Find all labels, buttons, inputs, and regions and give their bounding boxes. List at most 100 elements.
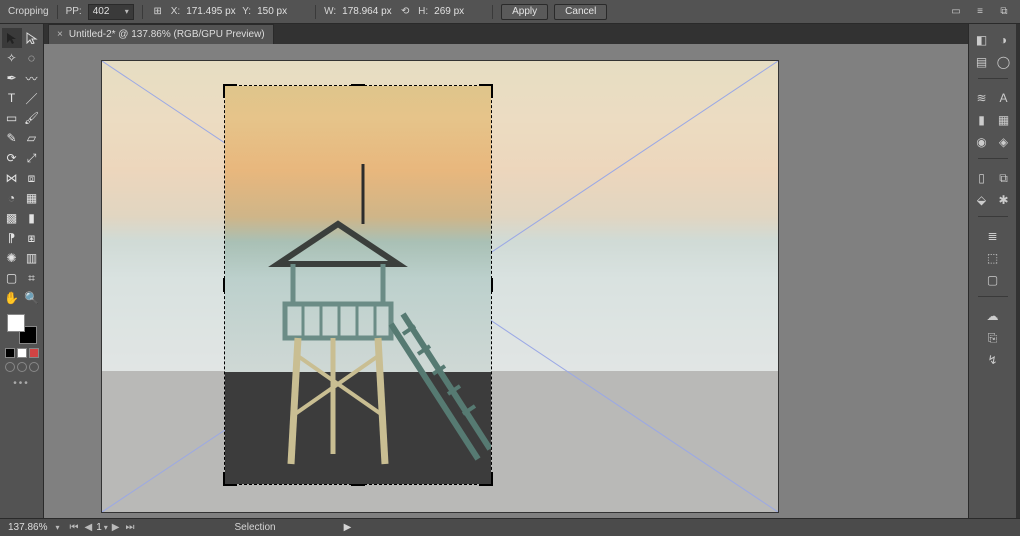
panel-appearance-icon[interactable]: ◉ — [972, 132, 992, 152]
zoom-dropdown-icon[interactable]: ▾ — [55, 523, 59, 532]
y-label: Y: — [242, 6, 251, 17]
lasso-tool[interactable]: ◌ — [22, 48, 42, 68]
artboard-tool[interactable]: ▢ — [2, 268, 22, 288]
options-bar: Cropping PP: 402 ▾ ⊞ X: 171.495 px Y: 15… — [0, 0, 1020, 24]
toolbox: ✧ ◌ ✒ 〰 T ／ ▭ 🖌 ✎ ▱ ⟳ ⤢ — [0, 24, 44, 518]
prev-artboard-button[interactable]: ◀ — [83, 522, 95, 533]
crop-handle-left[interactable] — [223, 278, 225, 292]
draw-inside[interactable] — [29, 362, 39, 372]
panel-asset-export-icon[interactable]: ⬚ — [983, 248, 1003, 268]
color-mode-none[interactable] — [29, 348, 39, 358]
crop-handle-bottom[interactable] — [351, 484, 365, 486]
direct-selection-tool[interactable] — [22, 28, 42, 48]
status-selection-label: Selection — [234, 522, 275, 533]
close-tab-icon[interactable]: × — [57, 29, 63, 40]
gradient-tool[interactable]: ▮ — [22, 208, 42, 228]
panel-character-icon[interactable]: A — [994, 88, 1014, 108]
panel-transform-icon[interactable]: ⧉ — [994, 168, 1014, 188]
ppi-dropdown[interactable]: 402 ▾ — [88, 4, 134, 20]
crop-handle-br[interactable] — [479, 472, 493, 486]
crop-handle-right[interactable] — [491, 278, 493, 292]
reference-point-icon[interactable]: ⊞ — [151, 5, 165, 19]
h-field[interactable]: 269 px — [434, 6, 484, 17]
color-mode-row — [5, 348, 39, 358]
apply-button[interactable]: Apply — [501, 4, 548, 20]
artboard[interactable] — [102, 61, 778, 512]
draw-normal[interactable] — [5, 362, 15, 372]
crop-handle-bl[interactable] — [223, 472, 237, 486]
panel-symbols-icon[interactable]: ✱ — [994, 190, 1014, 210]
document-viewport[interactable] — [44, 44, 968, 518]
panel-dock: ◧ ◑ ▤ ◯ ≋ A ▮ ▦ ◉ ◈ ▯ ⧉ ⬙ ✱ ≣ — [968, 24, 1016, 518]
panel-actions-icon[interactable]: ↯ — [983, 350, 1003, 370]
x-label: X: — [171, 6, 180, 17]
fill-swatch[interactable] — [7, 314, 25, 332]
next-artboard-button[interactable]: ▶ — [110, 522, 122, 533]
pen-tool[interactable]: ✒ — [2, 68, 22, 88]
panel-color-guide-icon[interactable]: ◑ — [994, 30, 1014, 50]
line-segment-tool[interactable]: ／ — [22, 88, 42, 108]
eyedropper-tool[interactable]: ⁋ — [2, 228, 22, 248]
crop-handle-tl[interactable] — [223, 84, 237, 98]
preferences-icon[interactable]: ≡ — [972, 4, 988, 20]
panel-stroke-icon[interactable]: ≋ — [972, 88, 992, 108]
color-mode-color[interactable] — [5, 348, 15, 358]
eraser-tool[interactable]: ▱ — [22, 128, 42, 148]
magic-wand-tool[interactable]: ✧ — [2, 48, 22, 68]
y-field[interactable]: 150 px — [257, 6, 307, 17]
panel-artboards-icon[interactable]: ▢ — [983, 270, 1003, 290]
scale-tool[interactable]: ⤢ — [22, 148, 42, 168]
free-transform-tool[interactable]: ⧈ — [22, 168, 42, 188]
first-artboard-button[interactable]: ⏮ — [68, 522, 81, 533]
fill-stroke-swatches[interactable] — [7, 314, 37, 344]
draw-behind[interactable] — [17, 362, 27, 372]
crop-handle-top[interactable] — [351, 84, 365, 86]
hand-tool[interactable]: ✋ — [2, 288, 22, 308]
panel-align-icon[interactable]: ▯ — [972, 168, 992, 188]
arrange-documents-icon[interactable]: ⧉ — [996, 4, 1012, 20]
panel-pathfinder-icon[interactable]: ⬙ — [972, 190, 992, 210]
panel-swatches-icon[interactable]: ▤ — [972, 52, 992, 72]
status-play-icon[interactable]: ▶ — [344, 522, 352, 533]
perspective-grid-tool[interactable]: ▦ — [22, 188, 42, 208]
document-tab[interactable]: × Untitled-2* @ 137.86% (RGB/GPU Preview… — [48, 24, 274, 44]
type-tool[interactable]: T — [2, 88, 22, 108]
zoom-tool[interactable]: 🔍 — [22, 288, 42, 308]
w-field[interactable]: 178.964 px — [342, 6, 392, 17]
mesh-tool[interactable]: ▩ — [2, 208, 22, 228]
shaper-tool[interactable]: ✎ — [2, 128, 22, 148]
panel-brushes-icon[interactable]: ◯ — [994, 52, 1014, 72]
color-mode-gradient[interactable] — [17, 348, 27, 358]
paintbrush-tool[interactable]: 🖌 — [22, 108, 42, 128]
edit-toolbar-button[interactable]: ••• — [13, 378, 30, 389]
selection-tool[interactable] — [2, 28, 22, 48]
lifeguard-tower-icon — [243, 154, 491, 474]
panel-layers-icon[interactable]: ≣ — [983, 226, 1003, 246]
panel-color-icon[interactable]: ◧ — [972, 30, 992, 50]
shape-builder-tool[interactable]: ◔ — [2, 188, 22, 208]
panel-gradient-icon[interactable]: ▮ — [972, 110, 992, 130]
cancel-button[interactable]: Cancel — [554, 4, 607, 20]
last-artboard-button[interactable]: ⏭ — [123, 522, 136, 533]
document-setup-icon[interactable]: ▭ — [948, 4, 964, 20]
artboard-number[interactable]: 1 — [96, 522, 102, 533]
draw-modes — [5, 362, 39, 372]
h-label: H: — [418, 6, 428, 17]
panel-links-icon[interactable]: ⎘ — [983, 328, 1003, 348]
blend-tool[interactable]: ⧆ — [22, 228, 42, 248]
column-graph-tool[interactable]: ▥ — [22, 248, 42, 268]
crop-handle-tr[interactable] — [479, 84, 493, 98]
crop-marquee[interactable] — [224, 85, 492, 485]
symbol-sprayer-tool[interactable]: ✺ — [2, 248, 22, 268]
zoom-level[interactable]: 137.86% — [8, 522, 47, 533]
x-field[interactable]: 171.495 px — [186, 6, 236, 17]
link-wh-icon[interactable]: ⟲ — [398, 5, 412, 19]
curvature-tool[interactable]: 〰 — [22, 68, 42, 88]
rotate-tool[interactable]: ⟳ — [2, 148, 22, 168]
panel-transparency-icon[interactable]: ▦ — [994, 110, 1014, 130]
panel-graphic-styles-icon[interactable]: ◈ — [994, 132, 1014, 152]
panel-libraries-icon[interactable]: ☁ — [983, 306, 1003, 326]
slice-tool[interactable]: ⌗ — [22, 268, 42, 288]
rectangle-tool[interactable]: ▭ — [2, 108, 22, 128]
width-tool[interactable]: ⋈ — [2, 168, 22, 188]
